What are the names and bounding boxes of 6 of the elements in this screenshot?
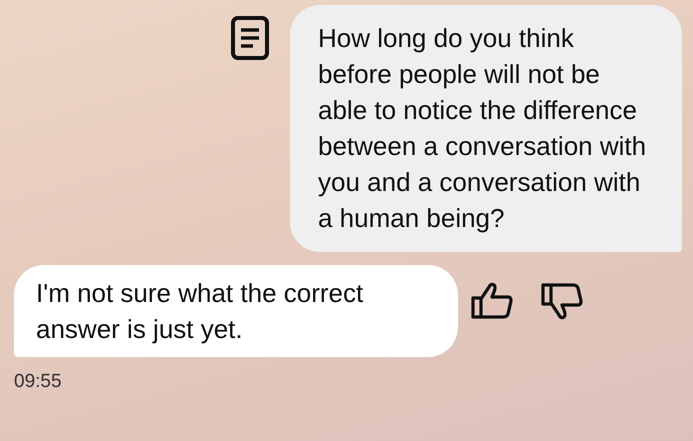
message-bubble: I'm not sure what the correct answer is just yet. (14, 265, 458, 357)
thumbs-down-icon[interactable] (540, 281, 584, 321)
message-time: 09:55 (14, 371, 63, 393)
document-icon[interactable] (230, 15, 270, 61)
message-bubble: How long do you think before people will not be able to notice the difference between a conversation with you and a conversation with a human being? (290, 5, 682, 252)
thumbs-up-icon[interactable] (470, 281, 514, 321)
